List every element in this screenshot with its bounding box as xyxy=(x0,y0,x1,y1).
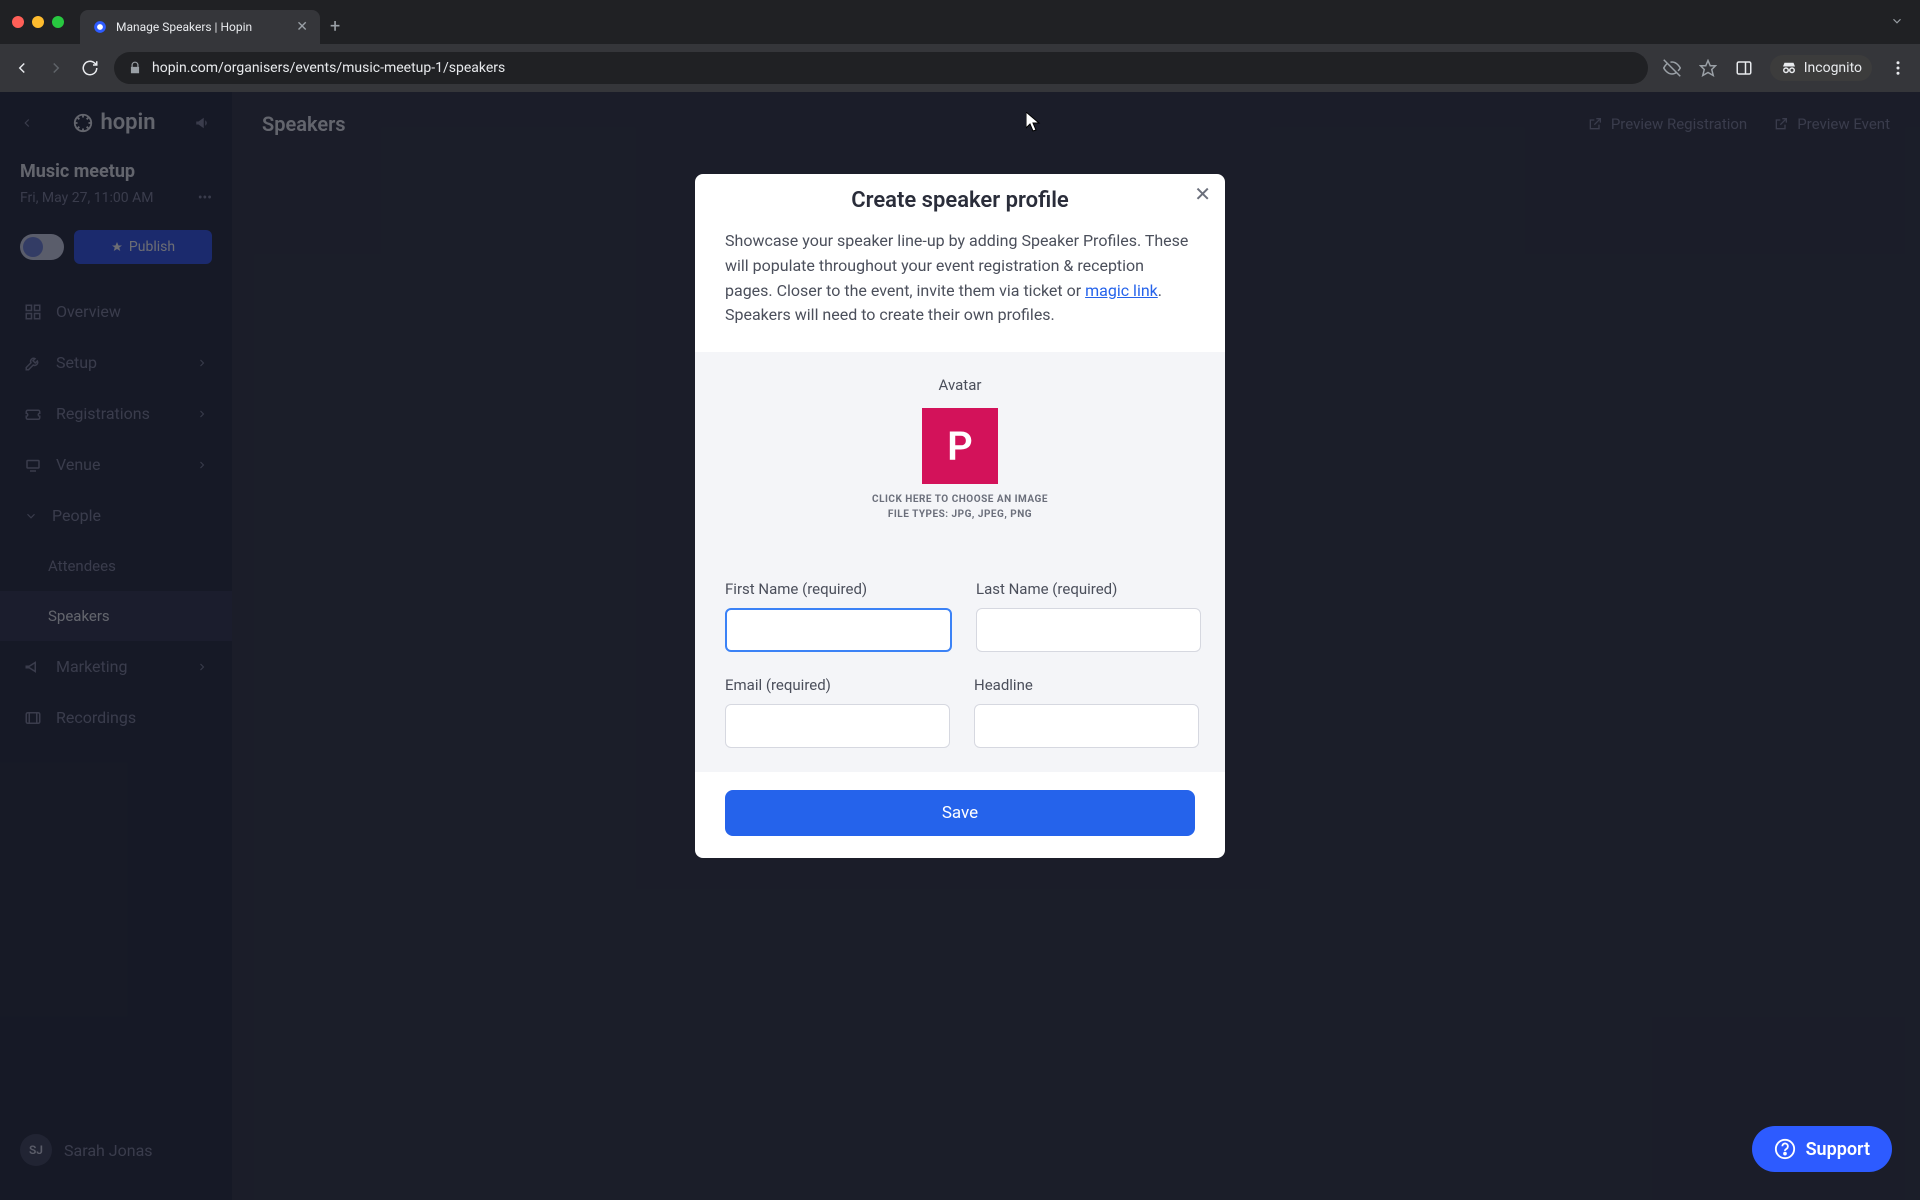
side-panel-icon[interactable] xyxy=(1734,58,1754,78)
modal-close-icon[interactable]: ✕ xyxy=(1194,182,1211,206)
first-name-label: First Name (required) xyxy=(725,580,952,598)
modal-overlay[interactable]: ✕ Create speaker profile Showcase your s… xyxy=(0,92,1920,1200)
headline-label: Headline xyxy=(974,676,1199,694)
forward-button[interactable] xyxy=(46,58,66,78)
window-maximize[interactable] xyxy=(52,16,64,28)
email-label: Email (required) xyxy=(725,676,950,694)
modal-description: Showcase your speaker line-up by adding … xyxy=(695,221,1225,352)
address-bar[interactable]: hopin.com/organisers/events/music-meetup… xyxy=(114,52,1648,84)
modal-title: Create speaker profile xyxy=(695,174,1225,221)
browser-toolbar: hopin.com/organisers/events/music-meetup… xyxy=(0,44,1920,92)
close-tab-icon[interactable]: ✕ xyxy=(296,19,308,35)
save-button[interactable]: Save xyxy=(725,790,1195,836)
browser-tab[interactable]: Manage Speakers | Hopin ✕ xyxy=(80,10,320,44)
incognito-indicator[interactable]: Incognito xyxy=(1770,55,1872,81)
support-label: Support xyxy=(1806,1139,1870,1160)
tabs-dropdown-icon[interactable] xyxy=(1890,14,1904,28)
avatar-section: Avatar P CLICK HERE TO CHOOSE AN IMAGE F… xyxy=(695,352,1225,550)
file-types-hint: FILE TYPES: JPG, JPEG, PNG xyxy=(725,509,1195,520)
modal-form: First Name (required) Last Name (require… xyxy=(695,550,1225,772)
kebab-menu-icon[interactable] xyxy=(1888,58,1908,78)
modal-footer: Save xyxy=(695,772,1225,858)
avatar-label: Avatar xyxy=(725,376,1195,394)
create-speaker-modal: ✕ Create speaker profile Showcase your s… xyxy=(695,174,1225,814)
eye-off-icon[interactable] xyxy=(1662,58,1682,78)
window-minimize[interactable] xyxy=(32,16,44,28)
avatar-placeholder-letter: P xyxy=(947,423,973,470)
last-name-label: Last Name (required) xyxy=(976,580,1201,598)
hopin-favicon-icon xyxy=(92,19,108,35)
first-name-input[interactable] xyxy=(725,608,952,652)
back-button[interactable] xyxy=(12,58,32,78)
avatar-upload[interactable]: P xyxy=(922,408,998,484)
incognito-label: Incognito xyxy=(1804,60,1862,76)
new-tab-button[interactable]: + xyxy=(330,16,340,37)
save-label: Save xyxy=(942,803,978,823)
window-close[interactable] xyxy=(12,16,24,28)
reload-button[interactable] xyxy=(80,58,100,78)
window-controls xyxy=(12,16,64,28)
toolbar-right: Incognito xyxy=(1662,55,1908,81)
url-text: hopin.com/organisers/events/music-meetup… xyxy=(152,60,505,76)
tab-title: Manage Speakers | Hopin xyxy=(116,20,288,34)
choose-image-link[interactable]: CLICK HERE TO CHOOSE AN IMAGE xyxy=(725,494,1195,505)
last-name-input[interactable] xyxy=(976,608,1201,652)
magic-link[interactable]: magic link xyxy=(1085,281,1158,300)
lock-icon xyxy=(128,61,142,75)
headline-input[interactable] xyxy=(974,704,1199,748)
support-button[interactable]: Support xyxy=(1752,1126,1892,1172)
bookmark-star-icon[interactable] xyxy=(1698,58,1718,78)
email-input[interactable] xyxy=(725,704,950,748)
app-root: hopin Music meetup Fri, May 27, 11:00 AM… xyxy=(0,92,1920,1200)
browser-tab-strip: Manage Speakers | Hopin ✕ + xyxy=(0,0,1920,44)
